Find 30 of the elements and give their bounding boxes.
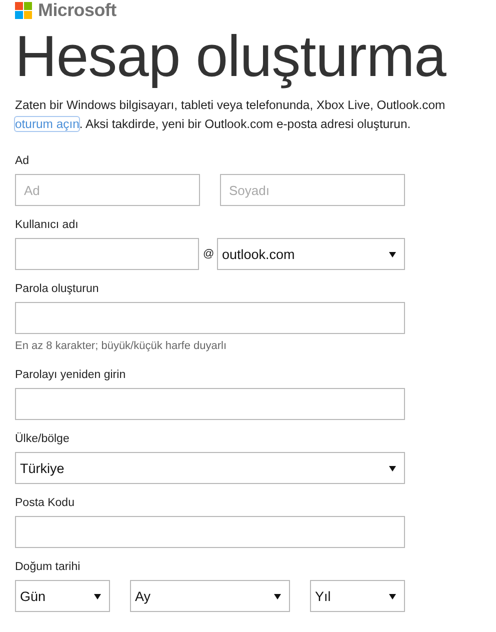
field-label: Parolayı yeniden girin (15, 368, 127, 382)
text-field[interactable]: Soyadı (220, 174, 405, 206)
text-field[interactable] (15, 238, 199, 270)
dropdown-arrow-icon (389, 250, 396, 258)
text-field[interactable] (15, 388, 405, 420)
intro-text: . Aksi takdirde, yeni bir Outlook.com e-posta adresi oluşturun. (79, 117, 411, 131)
logo-icon (15, 2, 32, 18)
field-label: Doğum tarihi (15, 560, 82, 574)
page-title: Hesap oluşturma (15, 23, 448, 91)
dropdown-arrow-icon (94, 592, 101, 600)
intro-text: Zaten bir Windows bilgisayarı, tableti veya telefonunda, Xbox Live, Outlook.com (15, 97, 446, 114)
field-label: Ülke/bölge (15, 432, 70, 446)
hint-text: En az 8 karakter; büyük/küçük harfe duyarlı (15, 340, 228, 352)
dropdown[interactable]: Yıl (310, 580, 405, 612)
text-field[interactable] (15, 516, 405, 548)
dropdown-arrow-icon (389, 464, 396, 472)
text-field[interactable]: Ad (15, 174, 200, 206)
dropdown[interactable]: Türkiye (15, 452, 405, 484)
dropdown[interactable]: Gün (15, 580, 110, 612)
dropdown-arrow-icon (389, 592, 396, 600)
brand-name: Microsoft (38, 0, 116, 20)
at-sign: @ (203, 248, 213, 260)
text-field[interactable] (15, 302, 405, 334)
field-label: Ad (15, 154, 30, 168)
dropdown-arrow-icon (274, 592, 281, 600)
dropdown[interactable]: outlook.com (217, 238, 405, 270)
field-label: Kullanıcı adı (15, 218, 80, 232)
dropdown[interactable]: Ay (130, 580, 290, 612)
field-label: Parola oluşturun (15, 282, 100, 296)
field-label: Posta Kodu (15, 496, 76, 510)
